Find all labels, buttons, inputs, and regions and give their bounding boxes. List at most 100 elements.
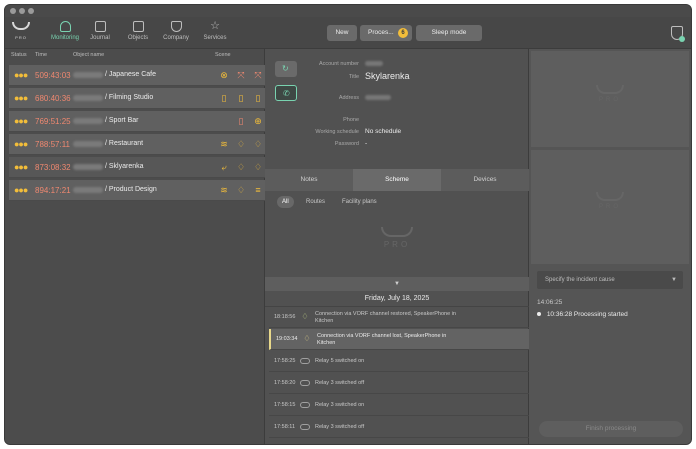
refresh-button[interactable]: ↻: [275, 61, 297, 77]
subtab-routes[interactable]: Routes: [301, 196, 330, 208]
subtab-all[interactable]: All: [277, 196, 294, 208]
account-number-blurred: [73, 187, 103, 193]
connection-icon: ♢: [303, 334, 311, 343]
processing-label: Proces...: [368, 29, 394, 36]
nav-company[interactable]: Company: [156, 21, 196, 47]
shield-icon: [170, 21, 182, 32]
tab-notes[interactable]: Notes: [265, 169, 353, 191]
nav-monitoring[interactable]: Monitoring: [45, 21, 85, 47]
tab-devices[interactable]: Devices: [441, 169, 529, 191]
event-time: 18:18:56: [274, 314, 296, 320]
account-number-blurred: [73, 118, 103, 124]
processing-panel: PRO PRO Specify the incident cause ▼ 14:…: [529, 49, 691, 444]
event-time: 17:58:15: [274, 402, 296, 408]
event-description: Relay 3 switched on: [315, 402, 365, 408]
nav-objects[interactable]: Objects: [118, 21, 158, 47]
event-row[interactable]: 17:58:25 Relay 5 switched on: [269, 351, 529, 372]
nav-label: Monitoring: [50, 35, 79, 41]
new-button[interactable]: New: [327, 25, 357, 41]
scene-icon: ⤧: [254, 70, 262, 80]
phone-label: Phone: [343, 117, 359, 123]
status-dots-icon: ●●●: [14, 139, 28, 149]
event-row-highlighted[interactable]: 19:03:34 ♢ Connection via VORF channel l…: [269, 329, 529, 350]
phone-icon: ✆: [283, 89, 290, 98]
detail-tabs: Notes Scheme Devices: [265, 169, 529, 191]
star-icon: ☆: [210, 20, 220, 32]
minimize-window-button[interactable]: [19, 8, 25, 14]
pro-watermark: PRO: [593, 192, 627, 210]
status-dots-icon: ●●●: [14, 116, 28, 126]
account-number-blurred: [73, 72, 103, 78]
pro-watermark-text: PRO: [383, 240, 411, 249]
event-row[interactable]: 17:58:15 Relay 3 switched on: [269, 395, 529, 416]
pro-watermark-text: PRO: [598, 97, 621, 103]
event-time: 17:58:11: [274, 424, 296, 430]
wifi-icon: ≋: [220, 185, 228, 195]
object-details-panel: ↻ ✆ Account number Title Skylarenka Addr…: [265, 49, 529, 444]
incident-row-selected[interactable]: ●●● 873:08:32 / Sklyarenka ⤶ ♢ ♢: [9, 157, 265, 178]
subtab-facility-plans[interactable]: Facility plans: [337, 196, 382, 208]
scheme-collapse-button[interactable]: ▼: [265, 277, 529, 291]
chevron-down-icon: ▼: [394, 281, 400, 287]
address-label: Address: [338, 95, 359, 101]
account-number-blurred: [73, 95, 103, 101]
incident-row[interactable]: ●●● 509:43:03 / Japanese Cafe ⊗ ⤧ ⤧: [9, 65, 265, 86]
object-name: / Restaurant: [105, 140, 144, 147]
event-description: Relay 5 switched on: [315, 358, 365, 364]
incident-time: 894:17:21: [35, 186, 71, 195]
incident-time: 873:08:32: [35, 163, 71, 172]
event-row[interactable]: 18:18:56 ♢ Connection via VORF channel r…: [269, 307, 529, 328]
journal-icon: [94, 21, 106, 32]
account-number-blurred: [365, 61, 383, 66]
event-row[interactable]: 17:58:20 Relay 3 switched off: [269, 373, 529, 394]
nav-journal[interactable]: Journal: [80, 21, 120, 47]
tab-scheme[interactable]: Scheme: [353, 169, 441, 191]
bell-icon: [59, 21, 71, 32]
nav-label: Services: [203, 35, 227, 41]
battery-icon: ▯: [221, 93, 227, 103]
top-navigation-bar: PRO Monitoring Journal Objects Company ☆…: [5, 17, 691, 49]
history-time: 14:06:25: [537, 299, 563, 306]
relay-toggle-icon: [300, 358, 310, 364]
title-bar: [5, 5, 691, 17]
close-window-button[interactable]: [10, 8, 16, 14]
globe-icon: ⊕: [254, 116, 262, 126]
incident-row[interactable]: ●●● 894:17:21 / Product Design ≋ ♢ ≡: [9, 180, 265, 201]
pro-watermark: PRO: [593, 85, 627, 103]
incident-cause-select[interactable]: Specify the incident cause ▼: [537, 271, 683, 289]
maximize-window-button[interactable]: [28, 8, 34, 14]
nav-services[interactable]: ☆ Services: [195, 21, 235, 47]
password-value: -: [365, 140, 368, 147]
bullet-icon: [537, 312, 541, 317]
scene-icon: ⤧: [237, 70, 245, 80]
diamond-icon: ♢: [236, 185, 246, 195]
camera-slot[interactable]: PRO: [531, 150, 689, 264]
nav-label: Company: [163, 35, 189, 41]
incident-row[interactable]: ●●● 680:40:36 / Filming Studio ▯ ▯ ▯: [9, 88, 265, 109]
call-button[interactable]: ✆: [275, 85, 297, 101]
account-number-blurred: [73, 164, 103, 170]
online-status-dot: [679, 36, 685, 42]
logo-mark-icon: [12, 22, 30, 30]
event-row[interactable]: 17:58:11 Relay 3 switched off: [269, 417, 529, 438]
object-name: / Product Design: [105, 186, 157, 193]
sleep-mode-button[interactable]: Sleep mode: [416, 25, 482, 41]
chevron-down-icon: ▼: [671, 277, 677, 283]
finish-processing-button[interactable]: Finish processing: [539, 421, 683, 437]
processing-button[interactable]: Proces... 6: [360, 25, 412, 41]
event-description: Connection via VORF channel restored, Sp…: [315, 311, 465, 325]
camera-slot[interactable]: PRO: [531, 51, 689, 147]
relay-toggle-icon: [300, 380, 310, 386]
incident-row[interactable]: ●●● 788:57:11 / Restaurant ≋ ♢ ♢: [9, 134, 265, 155]
app-logo: PRO: [11, 22, 31, 46]
scheme-subtabs: All Routes Facility plans: [265, 191, 529, 211]
incident-cause-placeholder: Specify the incident cause: [545, 277, 615, 283]
pro-logo-icon: [596, 192, 624, 201]
header-object: Object name: [73, 52, 105, 58]
nav-label: Objects: [127, 35, 149, 41]
address-blurred: [365, 95, 391, 100]
header-scene: Scene: [215, 52, 231, 58]
event-line: Kitchen: [315, 318, 334, 324]
incident-row[interactable]: ●●● 769:51:25 / Sport Bar ▯ ⊕: [9, 111, 265, 132]
incident-time: 680:40:36: [35, 94, 71, 103]
